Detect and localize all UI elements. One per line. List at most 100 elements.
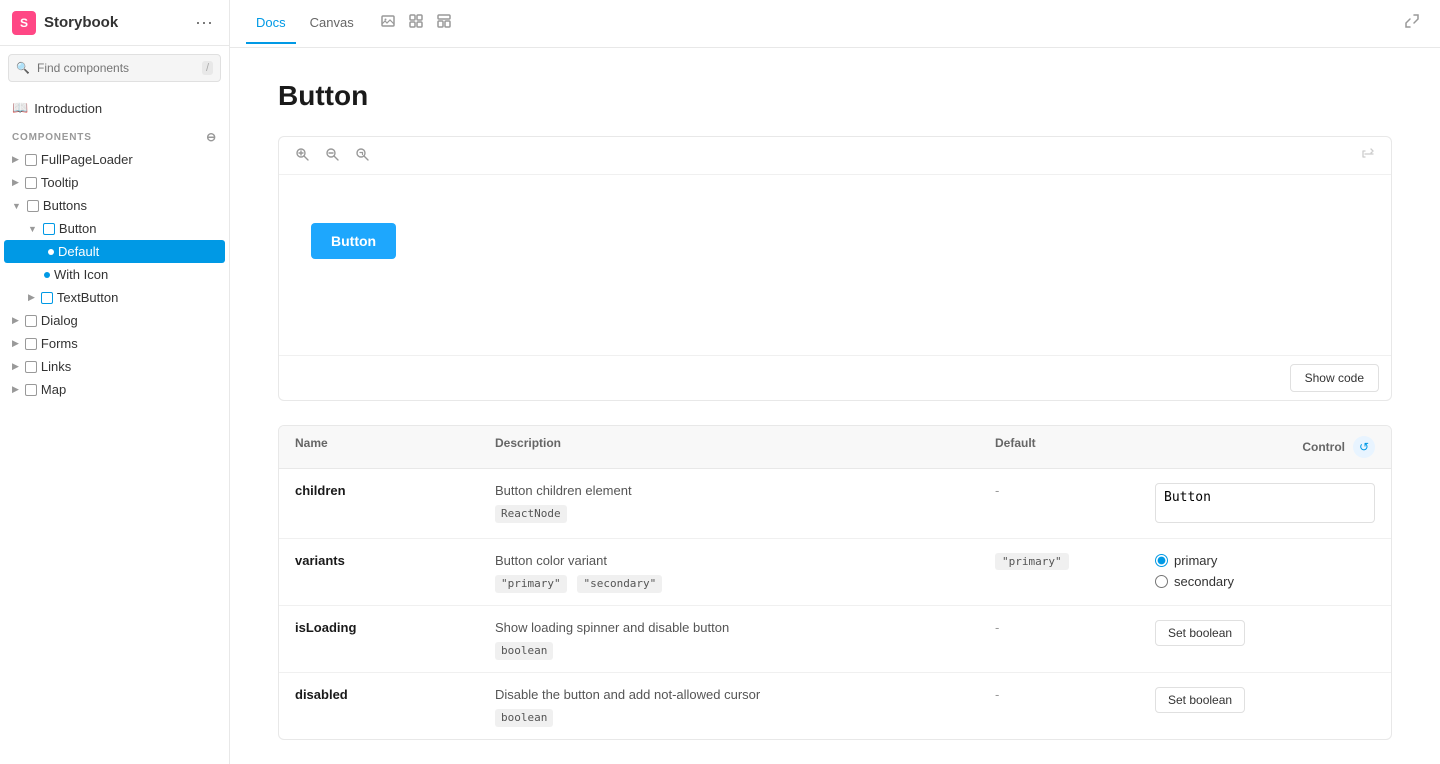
component-icon <box>25 315 37 327</box>
share-button[interactable] <box>1357 145 1379 166</box>
book-icon: 📖 <box>12 100 28 116</box>
component-icon <box>43 223 55 235</box>
components-label: COMPONENTS <box>12 132 92 143</box>
tree-label: Map <box>41 382 66 397</box>
radio-primary-input[interactable] <box>1155 554 1168 567</box>
prop-control-isloading: Set boolean <box>1155 618 1375 646</box>
prop-row-isloading: isLoading Show loading spinner and disab… <box>279 606 1391 673</box>
search-icon: 🔍 <box>16 62 30 75</box>
sidebar-menu-button[interactable]: ··· <box>191 10 217 35</box>
demo-button[interactable]: Button <box>311 223 396 259</box>
prop-control-disabled: Set boolean <box>1155 685 1375 713</box>
preview-box: Button Show code <box>278 136 1392 401</box>
sidebar-item-textbutton[interactable]: ▶ TextButton <box>0 286 229 309</box>
prop-name-variants: variants <box>295 551 495 568</box>
zoom-out-button[interactable] <box>321 145 343 166</box>
image-view-icon[interactable] <box>380 13 396 34</box>
search-shortcut: / <box>202 61 213 75</box>
sidebar-item-with-icon[interactable]: With Icon <box>0 263 229 286</box>
grid-view-icon[interactable] <box>408 13 424 34</box>
tree-label: Dialog <box>41 313 78 328</box>
prop-type-secondary: "secondary" <box>577 575 662 594</box>
preview-toolbar-left <box>291 145 373 166</box>
chevron-icon: ▶ <box>28 292 35 303</box>
expand-icon[interactable] <box>1400 9 1424 38</box>
prop-desc-variants: Button color variant "primary" "secondar… <box>495 551 995 593</box>
preview-area: Button <box>279 175 1391 355</box>
sidebar-item-forms[interactable]: ▶ Forms <box>0 332 229 355</box>
search-input[interactable] <box>8 54 221 82</box>
prop-default-disabled: - <box>995 685 1155 702</box>
col-control: Control <box>1302 440 1345 454</box>
prop-name-children: children <box>295 481 495 498</box>
radio-secondary-label: secondary <box>1174 574 1234 589</box>
col-default: Default <box>995 436 1155 458</box>
props-table-header: Name Description Default Control ↺ <box>279 426 1391 469</box>
tab-canvas[interactable]: Canvas <box>300 3 364 44</box>
page-title: Button <box>278 80 1392 112</box>
topbar-tabs: Docs Canvas <box>246 3 452 44</box>
reset-controls-button[interactable]: ↺ <box>1353 436 1375 458</box>
prop-type-isloading: boolean <box>495 642 553 661</box>
prop-desc-children: Button children element ReactNode <box>495 481 995 523</box>
chevron-icon: ▼ <box>12 201 21 211</box>
children-textarea[interactable]: Button <box>1155 483 1375 523</box>
zoom-reset-button[interactable] <box>351 145 373 166</box>
chevron-icon: ▶ <box>12 315 19 326</box>
sidebar-item-links[interactable]: ▶ Links <box>0 355 229 378</box>
prop-desc-disabled: Disable the button and add not-allowed c… <box>495 685 995 727</box>
radio-primary[interactable]: primary <box>1155 553 1375 568</box>
introduction-label: Introduction <box>34 101 102 116</box>
sidebar-item-default[interactable]: Default <box>4 240 225 263</box>
set-boolean-disabled[interactable]: Set boolean <box>1155 687 1245 713</box>
tree-label: Button <box>59 221 97 236</box>
prop-row-disabled: disabled Disable the button and add not-… <box>279 673 1391 739</box>
prop-row-children: children Button children element ReactNo… <box>279 469 1391 539</box>
component-icon <box>25 177 37 189</box>
tree-label: Buttons <box>43 198 87 213</box>
story-dot-icon <box>48 249 54 255</box>
prop-name-isloading: isLoading <box>295 618 495 635</box>
tree-label: FullPageLoader <box>41 152 133 167</box>
sidebar-item-map[interactable]: ▶ Map <box>0 378 229 401</box>
sidebar-item-button[interactable]: ▼ Button <box>0 217 229 240</box>
tab-docs[interactable]: Docs <box>246 3 296 44</box>
col-description: Description <box>495 436 995 458</box>
col-name: Name <box>295 436 495 458</box>
component-icon <box>25 154 37 166</box>
sidebar-item-introduction[interactable]: 📖 Introduction <box>0 94 229 122</box>
radio-primary-label: primary <box>1174 553 1217 568</box>
show-code-button[interactable]: Show code <box>1290 364 1379 392</box>
chevron-icon: ▶ <box>12 384 19 395</box>
prop-control-variants: primary secondary <box>1155 551 1375 589</box>
prop-type-disabled: boolean <box>495 709 553 728</box>
prop-control-children: Button <box>1155 481 1375 526</box>
variants-default-badge: "primary" <box>995 553 1069 570</box>
prop-default-children: - <box>995 481 1155 498</box>
zoom-in-button[interactable] <box>291 145 313 166</box>
tree-label: Forms <box>41 336 78 351</box>
tree-label: Default <box>58 244 99 259</box>
component-icon <box>25 361 37 373</box>
storybook-logo: S <box>12 11 36 35</box>
story-dot-icon <box>44 272 50 278</box>
radio-secondary[interactable]: secondary <box>1155 574 1375 589</box>
chevron-icon: ▼ <box>28 224 37 234</box>
col-control-wrapper: Control ↺ <box>1155 436 1375 458</box>
sidebar-item-tooltip[interactable]: ▶ Tooltip <box>0 171 229 194</box>
prop-name-disabled: disabled <box>295 685 495 702</box>
prop-type-children: ReactNode <box>495 505 567 524</box>
tree-label: Links <box>41 359 71 374</box>
sidebar-item-buttons[interactable]: ▼ Buttons <box>0 194 229 217</box>
component-icon <box>25 384 37 396</box>
chevron-icon: ▶ <box>12 338 19 349</box>
prop-type-primary: "primary" <box>495 575 567 594</box>
props-table: Name Description Default Control ↺ child… <box>278 425 1392 740</box>
radio-secondary-input[interactable] <box>1155 575 1168 588</box>
sidebar-item-fullpageloader[interactable]: ▶ FullPageLoader <box>0 148 229 171</box>
main-content: Button <box>230 48 1440 764</box>
sidebar-item-dialog[interactable]: ▶ Dialog <box>0 309 229 332</box>
layout-view-icon[interactable] <box>436 13 452 34</box>
set-boolean-isloading[interactable]: Set boolean <box>1155 620 1245 646</box>
section-toggle[interactable]: ⊖ <box>206 130 217 144</box>
